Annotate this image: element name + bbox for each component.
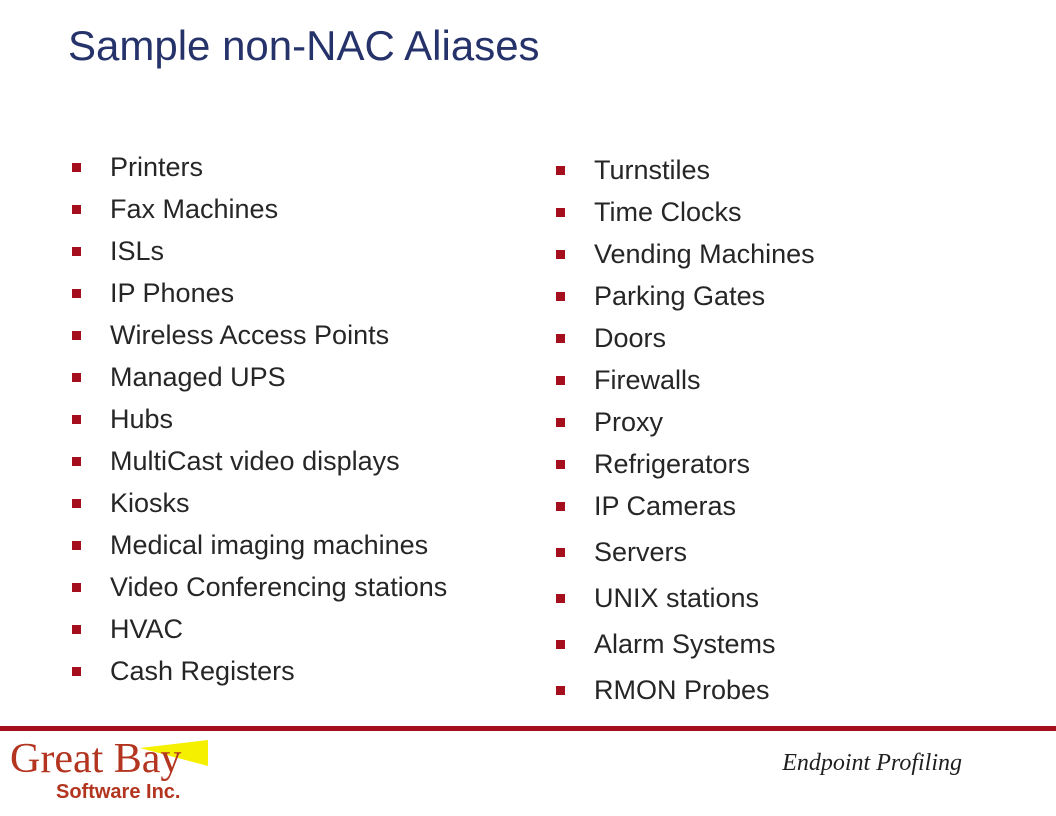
list-item-text: Cash Registers xyxy=(110,656,295,686)
square-bullet-icon xyxy=(556,376,565,385)
company-logo: Great Bay Software Inc. xyxy=(0,736,220,802)
square-bullet-icon xyxy=(72,373,81,382)
list-item-text: HVAC xyxy=(110,614,184,644)
list-item-text: Printers xyxy=(110,152,204,182)
square-bullet-icon xyxy=(556,250,565,259)
square-bullet-icon xyxy=(72,247,81,256)
square-bullet-icon xyxy=(556,418,565,427)
list-item-text: Turnstiles xyxy=(594,155,711,185)
square-bullet-icon xyxy=(556,502,565,511)
list-item-text: ISLs xyxy=(110,236,165,266)
square-bullet-icon xyxy=(72,541,81,550)
square-bullet-icon xyxy=(556,686,565,695)
logo-main-text: Great Bay xyxy=(10,736,182,782)
square-bullet-icon xyxy=(72,583,81,592)
list-item-text: Parking Gates xyxy=(594,281,766,311)
square-bullet-icon xyxy=(72,163,81,172)
square-bullet-icon xyxy=(556,208,565,217)
square-bullet-icon xyxy=(72,625,81,634)
list-item-text: Kiosks xyxy=(110,488,190,518)
footer-caption: Endpoint Profiling xyxy=(782,750,962,776)
list-item-text: Video Conferencing stations xyxy=(110,572,448,602)
square-bullet-icon xyxy=(556,460,565,469)
square-bullet-icon xyxy=(556,594,565,603)
list-item-text: Refrigerators xyxy=(594,449,751,479)
list-item-text: Hubs xyxy=(110,404,174,434)
list-item-text: MultiCast video displays xyxy=(110,446,400,476)
square-bullet-icon xyxy=(72,457,81,466)
square-bullet-icon xyxy=(72,499,81,508)
square-bullet-icon xyxy=(72,205,81,214)
logo-sub-text: Software Inc. xyxy=(56,781,181,803)
list-item-text: Alarm Systems xyxy=(594,629,776,659)
list-item-text: Medical imaging machines xyxy=(110,530,429,560)
square-bullet-icon xyxy=(556,292,565,301)
list-item-text: Wireless Access Points xyxy=(110,320,390,350)
list-item-text: UNIX stations xyxy=(594,583,760,613)
footer-divider xyxy=(0,726,1056,731)
square-bullet-icon xyxy=(556,640,565,649)
list-item-text: RMON Probes xyxy=(594,675,770,705)
square-bullet-icon xyxy=(72,415,81,424)
list-item-text: Managed UPS xyxy=(110,362,286,392)
list-item-text: IP Cameras xyxy=(594,491,737,521)
list-item-text: Servers xyxy=(594,537,688,567)
square-bullet-icon xyxy=(556,334,565,343)
list-item-text: Doors xyxy=(594,323,667,353)
list-item-text: Firewalls xyxy=(594,365,701,395)
square-bullet-icon xyxy=(556,166,565,175)
list-item-text: IP Phones xyxy=(110,278,235,308)
square-bullet-icon xyxy=(556,548,565,557)
square-bullet-icon xyxy=(72,289,81,298)
list-item-text: Proxy xyxy=(594,407,664,437)
list-item-text: Fax Machines xyxy=(110,194,279,224)
square-bullet-icon xyxy=(72,667,81,676)
square-bullet-icon xyxy=(72,331,81,340)
list-item-text: Vending Machines xyxy=(594,239,815,269)
list-item-text: Time Clocks xyxy=(594,197,742,227)
slide-title: Sample non-NAC Aliases xyxy=(68,22,540,69)
